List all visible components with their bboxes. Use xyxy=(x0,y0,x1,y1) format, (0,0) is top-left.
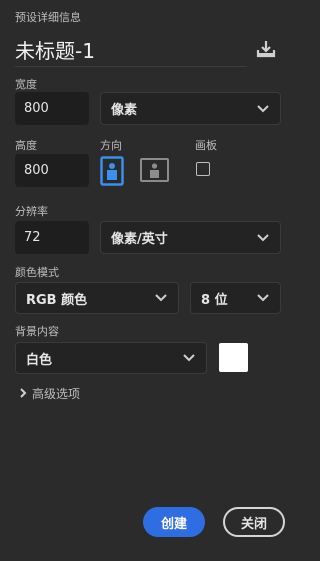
background-label: 背景内容 xyxy=(15,325,59,338)
chevron-down-icon xyxy=(257,294,269,302)
chevron-down-icon xyxy=(257,233,269,241)
height-label: 高度 xyxy=(15,139,37,152)
resolution-unit-value: 像素/英寸 xyxy=(111,232,168,247)
panel-title: 预设详细信息 xyxy=(15,11,81,24)
advanced-options-toggle[interactable]: 高级选项 xyxy=(18,384,80,402)
advanced-options-label: 高级选项 xyxy=(32,386,81,401)
landscape-icon xyxy=(140,158,169,182)
resolution-input[interactable]: 72 xyxy=(15,221,89,254)
bit-depth-value: 8 位 xyxy=(201,292,228,308)
portrait-orientation-button[interactable] xyxy=(100,156,124,186)
artboard-label: 画板 xyxy=(195,139,217,152)
width-unit-value: 像素 xyxy=(111,103,138,118)
artboard-checkbox[interactable] xyxy=(196,162,210,176)
background-color-swatch[interactable] xyxy=(219,343,248,372)
chevron-down-icon xyxy=(155,294,167,302)
chevron-down-icon xyxy=(257,104,269,112)
width-input[interactable]: 800 xyxy=(15,92,89,125)
color-mode-value: RGB 颜色 xyxy=(26,292,88,308)
document-name-input[interactable]: 未标题-1 xyxy=(15,32,247,67)
width-label: 宽度 xyxy=(15,78,37,91)
resolution-unit-select[interactable]: 像素/英寸 xyxy=(100,221,281,254)
resolution-label: 分辨率 xyxy=(15,205,48,218)
create-button[interactable]: 创建 xyxy=(143,507,205,537)
portrait-icon xyxy=(100,156,124,186)
orientation-label: 方向 xyxy=(100,139,122,152)
chevron-right-icon xyxy=(20,388,27,398)
height-input[interactable]: 800 xyxy=(15,154,89,187)
background-select[interactable]: 白色 xyxy=(15,342,207,374)
background-value: 白色 xyxy=(26,352,53,368)
close-button[interactable]: 关闭 xyxy=(223,507,285,537)
landscape-orientation-button[interactable] xyxy=(140,158,169,182)
chevron-down-icon xyxy=(183,354,195,362)
width-unit-select[interactable]: 像素 xyxy=(100,92,281,125)
bit-depth-select[interactable]: 8 位 xyxy=(190,282,281,314)
new-document-preset-panel: 预设详细信息 未标题-1 宽度 800 像素 高度 800 方向 画板 分辨率 … xyxy=(0,0,298,561)
color-mode-label: 颜色模式 xyxy=(15,266,59,279)
color-mode-select[interactable]: RGB 颜色 xyxy=(15,282,179,314)
save-preset-icon[interactable] xyxy=(256,40,276,58)
